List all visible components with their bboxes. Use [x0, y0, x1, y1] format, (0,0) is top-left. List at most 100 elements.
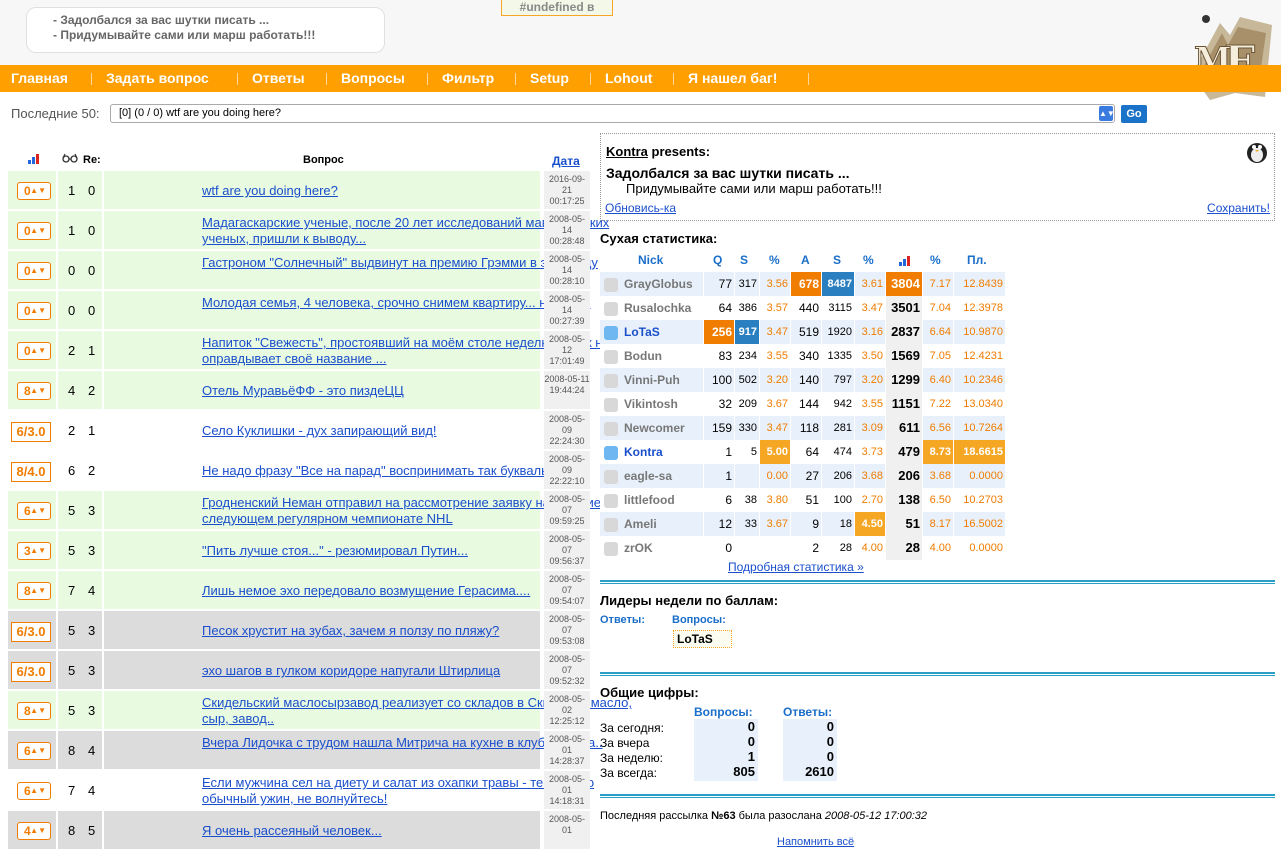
- count-cell: 21: [58, 411, 102, 449]
- replies-count: 0: [88, 263, 96, 278]
- user-nick[interactable]: GrayGlobus: [624, 277, 693, 291]
- vote-select[interactable]: 0 ▲▼: [17, 302, 51, 320]
- nav-answers[interactable]: Ответы: [252, 65, 305, 92]
- question-date: 2008-05-11 19:44:24: [544, 371, 590, 409]
- vote-select[interactable]: 0 ▲▼: [17, 182, 51, 200]
- user-nick[interactable]: Vinni-Puh: [624, 373, 680, 387]
- vote-score: 6/3.0: [11, 622, 51, 642]
- go-button[interactable]: Go: [1121, 105, 1147, 123]
- user-nick[interactable]: Kontra: [624, 445, 663, 459]
- select-arrows-icon: ▲▼: [1099, 106, 1115, 121]
- vote-arrows-icon: ▲▼: [30, 386, 46, 395]
- stats-cell: 33: [735, 512, 759, 536]
- vote-select[interactable]: 8 ▲▼: [17, 702, 51, 720]
- user-nick[interactable]: zrOK: [624, 541, 653, 555]
- nav-bug[interactable]: Я нашел баг!: [688, 65, 777, 92]
- views-count: 1: [68, 223, 76, 238]
- hashtag-tab[interactable]: #undefined в: [501, 0, 613, 16]
- count-cell: 10: [58, 171, 102, 209]
- replies-count: 4: [88, 783, 96, 798]
- stats-cell: 3.47: [855, 296, 885, 320]
- user-nick[interactable]: Newcomer: [624, 421, 685, 435]
- vote-cell: 8 ▲▼: [8, 571, 56, 609]
- stats-cell: [735, 536, 759, 560]
- replies-count: 1: [88, 343, 96, 358]
- user-avatar-icon: [604, 469, 618, 484]
- rating-bars-icon: [28, 154, 39, 164]
- stats-header: %: [769, 253, 780, 267]
- stats-cell: 797: [822, 368, 854, 392]
- count-cell: 74: [58, 771, 102, 809]
- replies-count: 1: [88, 423, 96, 438]
- leader-name[interactable]: LoTaS: [673, 630, 732, 648]
- views-count: 7: [68, 783, 76, 798]
- count-cell: 53: [58, 651, 102, 689]
- vote-select[interactable]: 8 ▲▼: [17, 382, 51, 400]
- table-row: 6/3.0 5 3 Песок хрустит на зубах, зачем я п…: [8, 611, 590, 651]
- nav-logout[interactable]: Lohout: [605, 65, 652, 92]
- views-count: 6: [68, 463, 76, 478]
- table-row: 0 ▲▼ 0 0 Молодая семья, 4 человека, срочно с…: [8, 291, 591, 331]
- vote-select[interactable]: 4 ▲▼: [17, 822, 51, 840]
- views-count: 2: [68, 343, 76, 358]
- vote-select[interactable]: 8 ▲▼: [17, 582, 51, 600]
- stats-cell: 1335: [822, 344, 854, 368]
- nav-ask[interactable]: Задать вопрос: [106, 65, 209, 92]
- user-nick[interactable]: Vikintosh: [624, 397, 678, 411]
- question-date: 2008-05-07 09:54:07: [544, 571, 590, 609]
- vote-score: 6/3.0: [11, 662, 51, 682]
- nav-setup[interactable]: Setup: [530, 65, 569, 92]
- question-date: 2008-05-12 17:01:49: [544, 331, 590, 369]
- stats-cell: 16.5002: [954, 512, 1005, 536]
- stats-cell: 1299: [886, 368, 922, 392]
- stats-cell: 440: [791, 296, 821, 320]
- detailed-stats-link[interactable]: Подробная статистика »: [728, 560, 864, 574]
- stats-cell: 12.4231: [954, 344, 1005, 368]
- stats-cell: 138: [886, 488, 922, 512]
- replies-count: 2: [88, 383, 96, 398]
- vote-cell: 8/4.0: [8, 451, 56, 489]
- vote-select[interactable]: 0 ▲▼: [17, 342, 51, 360]
- vote-select[interactable]: 0 ▲▼: [17, 262, 51, 280]
- user-nick[interactable]: Ameli: [624, 517, 657, 531]
- stats-cell: 4.00: [923, 536, 953, 560]
- replies-count: 2: [88, 463, 96, 478]
- user-avatar-icon: [604, 421, 618, 436]
- stats-cell: 678: [791, 272, 821, 296]
- user-nick[interactable]: littlefood: [624, 493, 675, 507]
- vote-select[interactable]: 0 ▲▼: [17, 222, 51, 240]
- stats-cell: 7.05: [923, 344, 953, 368]
- vote-select[interactable]: 3 ▲▼: [17, 542, 51, 560]
- vote-select[interactable]: 6 ▲▼: [17, 742, 51, 760]
- count-cell: 74: [58, 571, 102, 609]
- question-cell: эхо шагов в гулком коридоре напугали Шти…: [104, 651, 540, 689]
- nav-home[interactable]: Главная: [11, 65, 68, 92]
- user-nick[interactable]: eagle-sa: [624, 469, 672, 483]
- refresh-link[interactable]: Обновись-ка: [605, 201, 676, 215]
- replies-count: 4: [88, 743, 96, 758]
- user-nick[interactable]: LoTaS: [624, 325, 660, 339]
- user-nick[interactable]: Rusalochka: [624, 301, 691, 315]
- user-nick[interactable]: Bodun: [624, 349, 662, 363]
- date-sort-link[interactable]: Дата: [552, 154, 580, 168]
- question-select[interactable]: [0] (0 / 0) wtf are you doing here? ▲▼: [110, 104, 1115, 123]
- remind-link[interactable]: Напомнить всё: [777, 836, 854, 848]
- question-cell: Скидельский маслосырзавод реализует со с…: [104, 691, 632, 729]
- replies-count: 3: [88, 543, 96, 558]
- totals-answers-header: Ответы:: [783, 705, 833, 719]
- save-link[interactable]: Сохранить!: [1207, 201, 1270, 215]
- vote-cell: 0 ▲▼: [8, 291, 56, 329]
- vote-select[interactable]: 6 ▲▼: [17, 502, 51, 520]
- vote-cell: 3 ▲▼: [8, 531, 56, 569]
- count-cell: 53: [58, 691, 102, 729]
- stats-cell: 12.3978: [954, 296, 1005, 320]
- stats-cell: 27: [791, 464, 821, 488]
- views-count: 5: [68, 503, 76, 518]
- question-date: 2008-05-01: [544, 811, 590, 849]
- stats-cell: 64: [791, 440, 821, 464]
- nav-filter[interactable]: Фильтр: [442, 65, 494, 92]
- stats-cell: 256: [704, 320, 734, 344]
- nav-questions[interactable]: Вопросы: [341, 65, 405, 92]
- presents-author[interactable]: Kontra: [606, 144, 648, 159]
- vote-select[interactable]: 6 ▲▼: [17, 782, 51, 800]
